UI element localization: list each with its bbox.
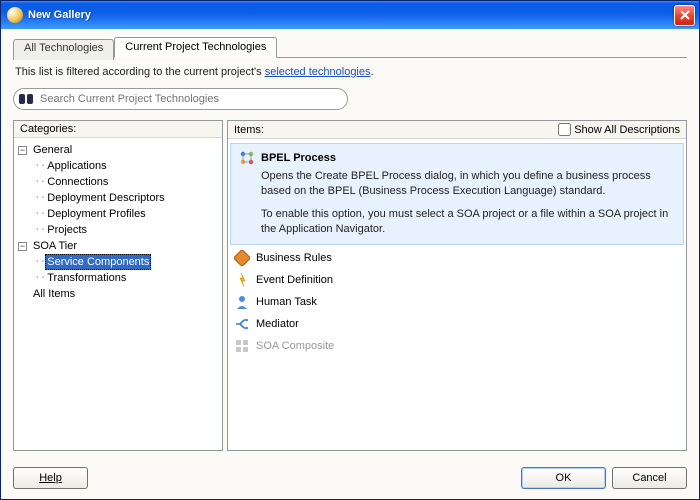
item-title: BPEL Process	[261, 152, 336, 164]
titlebar: New Gallery	[1, 1, 699, 29]
tree-node-deployment-descriptors[interactable]: ·· Deployment Descriptors	[18, 190, 218, 206]
ok-button[interactable]: OK	[521, 467, 606, 489]
categories-panel: Categories: − General ·· Applications	[13, 120, 223, 451]
categories-body: − General ·· Applications ·· Connections	[14, 138, 222, 450]
filter-info: This list is filtered according to the c…	[13, 58, 687, 88]
tab-all-technologies[interactable]: All Technologies	[13, 39, 114, 60]
item-business-rules[interactable]: Business Rules	[228, 247, 686, 269]
mediator-icon	[234, 316, 250, 332]
item-label: SOA Composite	[256, 340, 334, 352]
app-icon	[7, 7, 23, 23]
help-button[interactable]: Help	[13, 467, 88, 489]
filter-info-prefix: This list is filtered according to the c…	[15, 66, 265, 78]
panels: Categories: − General ·· Applications	[13, 120, 687, 451]
search-input[interactable]	[38, 92, 339, 106]
filter-info-suffix: .	[371, 66, 374, 78]
tree-node-deployment-profiles[interactable]: ·· Deployment Profiles	[18, 206, 218, 222]
item-event-definition[interactable]: Event Definition	[228, 269, 686, 291]
items-panel: Items: Show All Descriptions	[227, 120, 687, 451]
show-all-descriptions[interactable]: Show All Descriptions	[558, 123, 680, 136]
categories-header: Categories:	[14, 121, 222, 138]
business-rules-icon	[234, 250, 250, 266]
show-all-descriptions-checkbox[interactable]	[558, 123, 571, 136]
item-label: Event Definition	[256, 274, 333, 286]
binoculars-icon	[18, 92, 34, 106]
tree-node-service-components[interactable]: ·· Service Components	[18, 254, 218, 270]
item-label: Business Rules	[256, 252, 332, 264]
new-gallery-dialog: New Gallery All Technologies Current Pro…	[0, 0, 700, 500]
human-task-icon	[234, 294, 250, 310]
item-mediator[interactable]: Mediator	[228, 313, 686, 335]
items-header: Items: Show All Descriptions	[228, 121, 686, 139]
item-description: Opens the Create BPEL Process dialog, in…	[239, 169, 675, 236]
event-icon	[234, 272, 250, 288]
tree-node-soa-tier[interactable]: − SOA Tier	[18, 238, 218, 254]
tree-node-applications[interactable]: ·· Applications	[18, 158, 218, 174]
cancel-button[interactable]: Cancel	[612, 467, 687, 489]
client-area: All Technologies Current Project Technol…	[1, 29, 699, 459]
search-field[interactable]	[13, 88, 348, 110]
item-soa-composite[interactable]: SOA Composite	[228, 335, 686, 357]
tree-node-all-items[interactable]: All Items	[18, 286, 218, 302]
tree-node-general[interactable]: − General	[18, 142, 218, 158]
tab-current-project-technologies[interactable]: Current Project Technologies	[114, 37, 277, 58]
item-label: Human Task	[256, 296, 317, 308]
categories-tree[interactable]: − General ·· Applications ·· Connections	[14, 140, 222, 304]
item-bpel-process[interactable]: BPEL Process Opens the Create BPEL Proce…	[230, 143, 684, 245]
tree-node-transformations[interactable]: ·· Transformations	[18, 270, 218, 286]
tree-node-projects[interactable]: ·· Projects	[18, 222, 218, 238]
window-title: New Gallery	[28, 9, 674, 21]
selected-technologies-link[interactable]: selected technologies	[265, 66, 371, 78]
item-label: Mediator	[256, 318, 299, 330]
bpel-icon	[239, 150, 255, 166]
items-body: BPEL Process Opens the Create BPEL Proce…	[228, 139, 686, 450]
soa-composite-icon	[234, 338, 250, 354]
tabstrip: All Technologies Current Project Technol…	[13, 37, 687, 58]
tree-node-connections[interactable]: ·· Connections	[18, 174, 218, 190]
close-button[interactable]	[674, 5, 695, 26]
button-row: Help OK Cancel	[1, 459, 699, 499]
item-human-task[interactable]: Human Task	[228, 291, 686, 313]
items-list: BPEL Process Opens the Create BPEL Proce…	[228, 143, 686, 357]
minus-icon[interactable]: −	[18, 242, 27, 251]
minus-icon[interactable]: −	[18, 146, 27, 155]
